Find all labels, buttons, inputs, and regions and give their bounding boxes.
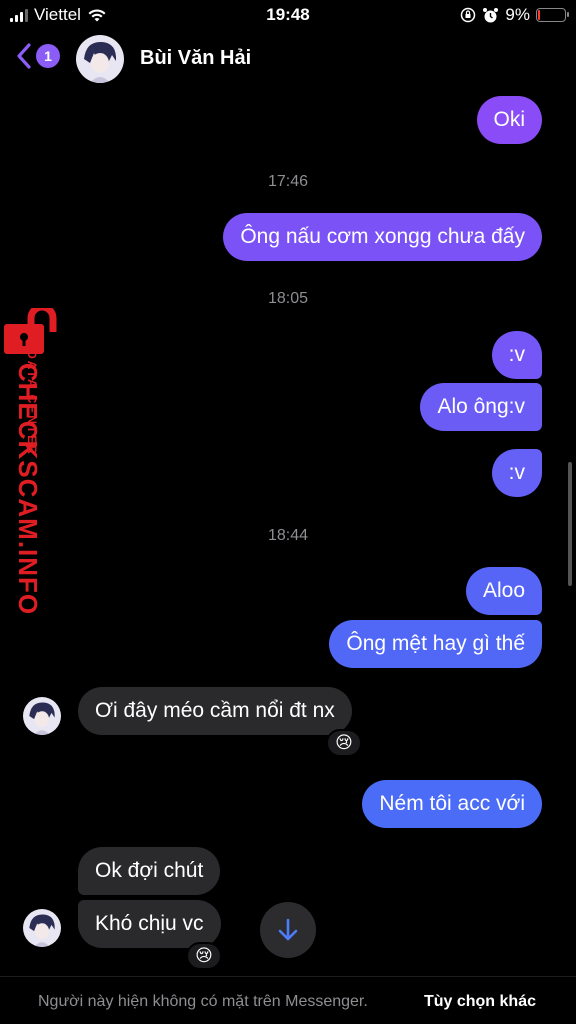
outgoing-message[interactable]: Ông nấu cơm xongg chưa đấy xyxy=(223,213,542,261)
contact-avatar[interactable] xyxy=(76,35,124,83)
watermark: DATA CENTER CHECKSCAM.INFO xyxy=(4,308,64,615)
outgoing-message[interactable]: Aloo xyxy=(465,567,542,615)
footer-bar: Người này hiện không có mặt trên Messeng… xyxy=(0,976,576,1024)
outgoing-message[interactable]: :v xyxy=(491,331,542,379)
back-button[interactable]: 1 xyxy=(14,42,60,70)
unavailable-notice: Người này hiện không có mặt trên Messeng… xyxy=(38,993,368,1010)
more-options-link[interactable]: Tùy chọn khác xyxy=(424,993,536,1011)
scroll-to-bottom-button[interactable] xyxy=(260,902,316,958)
contact-name[interactable]: Bùi Văn Hải xyxy=(140,47,251,70)
chevron-left-icon xyxy=(17,43,31,69)
arrow-down-icon xyxy=(278,918,298,941)
outgoing-message[interactable]: Alo ông:v xyxy=(420,383,542,431)
incoming-message[interactable]: Ơi đây méo cầm nổi đt nx xyxy=(78,687,352,735)
incoming-message[interactable]: Khó chịu vc xyxy=(78,900,221,948)
battery-percent: 9% xyxy=(505,5,530,24)
contact-avatar-small[interactable] xyxy=(23,697,61,735)
battery-icon xyxy=(536,8,569,22)
reaction-badge[interactable]: 😢 xyxy=(326,729,362,757)
avatar-image xyxy=(23,909,61,947)
avatar-image xyxy=(23,697,61,735)
outgoing-message[interactable]: Ném tôi acc với xyxy=(362,780,542,828)
avatar-image xyxy=(76,35,124,83)
outgoing-message[interactable]: Oki xyxy=(476,96,542,144)
contact-avatar-small[interactable] xyxy=(23,909,61,947)
status-right: 9% xyxy=(460,5,569,25)
status-bar: Viettel 19:48 9% xyxy=(0,0,576,30)
conversation-header: 1 Bùi Văn Hải xyxy=(0,30,576,88)
alarm-icon xyxy=(483,7,499,22)
scrollbar[interactable] xyxy=(568,462,572,586)
reaction-badge[interactable]: 😢 xyxy=(186,942,222,970)
outgoing-message[interactable]: Ông mệt hay gì thế xyxy=(329,620,542,668)
outgoing-message[interactable]: :v xyxy=(491,449,542,497)
incoming-message[interactable]: Ok đợi chút xyxy=(78,847,221,895)
battery-level xyxy=(538,10,540,20)
unread-count-badge: 1 xyxy=(36,44,60,68)
timestamp: 18:44 xyxy=(267,527,309,544)
orientation-lock-icon xyxy=(461,7,476,23)
timestamp: 17:46 xyxy=(267,173,309,190)
watermark-title: CHECKSCAM.INFO xyxy=(13,362,43,616)
timestamp: 18:05 xyxy=(267,290,309,307)
